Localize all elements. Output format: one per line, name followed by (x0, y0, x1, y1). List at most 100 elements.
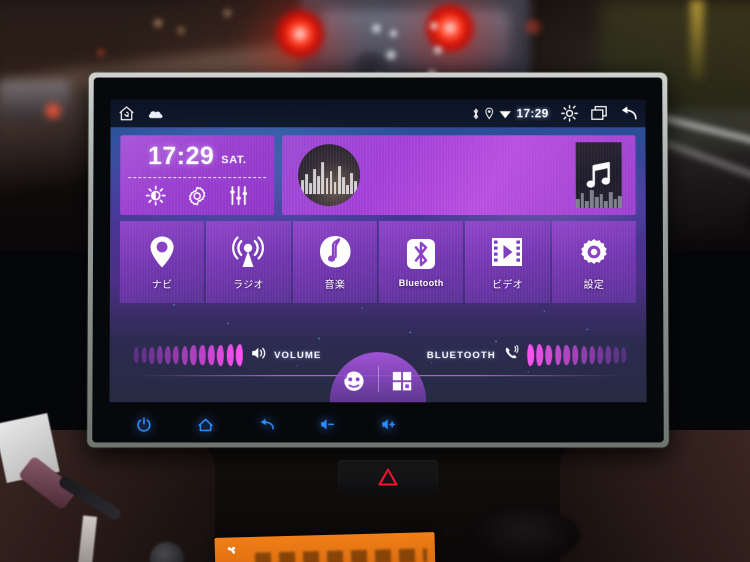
power-button[interactable] (135, 416, 152, 433)
phone-call-icon (504, 344, 519, 365)
bluetooth-bar[interactable] (589, 345, 596, 365)
album-art (298, 144, 361, 207)
volume-bars[interactable] (133, 342, 244, 368)
bluetooth-bar[interactable] (621, 347, 627, 364)
volume-label: VOLUME (274, 349, 322, 361)
cloud-icon[interactable] (147, 108, 164, 119)
distant-taillight (40, 100, 66, 122)
volume-control[interactable]: VOLUME (133, 342, 322, 368)
home-button[interactable] (197, 416, 214, 433)
wifi-icon (499, 108, 512, 119)
volume-bar[interactable] (156, 346, 163, 364)
bluetooth-bar[interactable] (581, 345, 588, 365)
bluetooth-label: BLUETOOTH (426, 349, 496, 361)
app-navigation[interactable]: ナビ (119, 221, 205, 304)
brightness-button[interactable] (145, 185, 166, 211)
yellow-post (690, 0, 704, 80)
map-pin-icon (148, 234, 176, 270)
home-spiral-icon[interactable] (119, 105, 135, 121)
volume-bar[interactable] (141, 346, 147, 364)
volume-bar[interactable] (148, 346, 155, 364)
app-music[interactable]: 音楽 (292, 221, 377, 304)
bluetooth-bar[interactable] (554, 344, 562, 366)
clock-divider (128, 177, 267, 179)
media-art-panel[interactable] (575, 142, 622, 209)
dock-center (329, 352, 427, 403)
hazard-triangle-icon (378, 468, 398, 486)
bluetooth-bar[interactable] (536, 344, 544, 366)
app-label: ビデオ (492, 279, 523, 291)
app-label: ナビ (151, 279, 173, 291)
app-bluetooth[interactable]: Bluetooth (378, 221, 464, 304)
volume-down-button[interactable] (319, 416, 336, 433)
steering-wheel-icon (343, 370, 363, 391)
app-radio[interactable]: ラジオ (206, 221, 291, 304)
speaker-icon (251, 346, 266, 365)
music-note-icon (319, 234, 351, 270)
bluetooth-icon (406, 236, 436, 272)
app-label: 設定 (583, 279, 605, 291)
equalizer-button[interactable] (228, 185, 249, 211)
bluetooth-bar[interactable] (605, 346, 612, 364)
light-reflection (428, 20, 440, 32)
distant-light (176, 26, 186, 35)
steering-wheel-button[interactable] (330, 352, 378, 402)
bottom-dock: VOLUME BLUETOOTH (109, 310, 646, 403)
dash-right-trim (560, 430, 750, 562)
volume-bar[interactable] (164, 346, 171, 365)
fan-icon (227, 546, 236, 554)
media-widget[interactable] (282, 135, 636, 216)
equalizer-visualizer (301, 158, 357, 195)
clock-day: SAT. (221, 153, 247, 166)
bluetooth-bar[interactable] (572, 345, 579, 365)
app-grid: ナビ ラジオ 音楽 Bluetooth ビデオ 設定 (119, 221, 637, 304)
volume-bar[interactable] (235, 344, 244, 367)
volume-bar[interactable] (172, 345, 179, 365)
volume-bar[interactable] (216, 344, 224, 366)
app-label: 音楽 (324, 279, 346, 291)
bluetooth-bar[interactable] (563, 345, 571, 366)
app-label: ラジオ (233, 279, 264, 291)
bluetooth-bars[interactable] (526, 342, 627, 368)
volume-bar[interactable] (207, 344, 215, 366)
recent-apps-icon[interactable] (591, 105, 608, 121)
distant-light (152, 18, 164, 28)
volume-bar[interactable] (181, 345, 188, 365)
light-reflection (432, 44, 444, 56)
clock-time: 17:29 (147, 141, 215, 170)
brightness-sun-icon[interactable] (561, 104, 579, 122)
orange-card (214, 532, 436, 562)
settings-button[interactable] (187, 186, 207, 211)
dashboard-console (0, 413, 750, 562)
light-reflection (370, 22, 383, 35)
status-time: 17:29 (516, 106, 549, 121)
clock-widget[interactable]: 17:29 SAT. (120, 135, 275, 216)
bluetooth-bar[interactable] (613, 346, 619, 364)
orange-card-text (254, 548, 428, 562)
head-unit-screen[interactable]: 17:29 17:29 SAT. ナビ ラジオ 音楽 Bluetooth ビデオ… (109, 99, 647, 403)
back-button[interactable] (258, 416, 275, 433)
apps-grid-button[interactable] (378, 352, 426, 402)
bluetooth-bar[interactable] (597, 346, 604, 364)
film-play-icon (491, 234, 523, 270)
volume-bar[interactable] (198, 345, 206, 366)
location-pin-icon (485, 107, 494, 119)
volume-up-button[interactable] (380, 416, 397, 433)
bluetooth-control[interactable]: BLUETOOTH (427, 342, 627, 368)
distant-light (96, 48, 106, 57)
screenshot-scene: 17:29 17:29 SAT. ナビ ラジオ 音楽 Bluetooth ビデオ… (0, 0, 750, 562)
music-note-icon (587, 162, 611, 188)
volume-bar[interactable] (226, 344, 234, 366)
app-settings[interactable]: 設定 (551, 221, 637, 304)
radio-tower-icon (231, 234, 265, 270)
bluetooth-bar[interactable] (526, 344, 534, 367)
widget-row: 17:29 SAT. (120, 135, 636, 216)
back-arrow-icon[interactable] (619, 105, 637, 121)
app-label: Bluetooth (398, 278, 444, 289)
volume-bar[interactable] (190, 345, 197, 365)
app-video[interactable]: ビデオ (465, 221, 550, 304)
hazard-button[interactable] (338, 460, 438, 494)
taillight-left (274, 8, 326, 60)
volume-bar[interactable] (133, 347, 139, 364)
bluetooth-bar[interactable] (545, 344, 553, 366)
